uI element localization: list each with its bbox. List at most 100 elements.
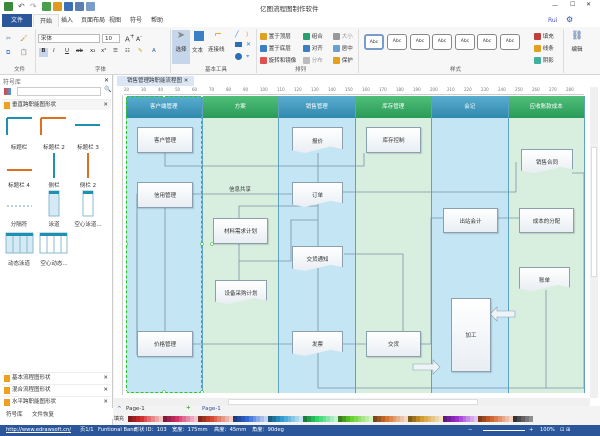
tab-symbol-library[interactable]: 符号库 (6, 410, 23, 418)
align-button[interactable]: 对齐 (303, 44, 323, 52)
page-tab[interactable]: Page-1 (202, 406, 221, 412)
shape-processing[interactable]: 加工 (451, 298, 491, 372)
paste-icon[interactable]: 📋 (20, 49, 27, 56)
export-icon[interactable] (86, 2, 95, 11)
zoom-in-button[interactable]: + (529, 425, 533, 436)
bold-button[interactable]: B (39, 48, 48, 57)
font-name-select[interactable]: 宋体 (38, 34, 100, 43)
font-size-select[interactable]: 10 (102, 34, 120, 43)
library-basic-flowchart[interactable]: 基本流程图形状 ✕ (2, 372, 111, 383)
highlight-button[interactable]: ✎ (138, 48, 143, 54)
website-link[interactable]: http://www.edrawsoft.cn/ (6, 425, 71, 436)
superscript-button[interactable]: x² (101, 48, 106, 54)
style-swatch-4[interactable]: Abc (432, 34, 452, 50)
shape-credit-management[interactable]: 信用管理 (137, 182, 193, 208)
fill-button[interactable]: 填充 (534, 32, 554, 40)
close-icon[interactable]: ✕ (103, 397, 108, 408)
user-name[interactable]: Rui (548, 17, 557, 24)
italic-button[interactable]: I (53, 48, 55, 54)
bring-to-front-button[interactable]: 置于顶层 (260, 32, 291, 40)
select-tool-button[interactable]: ➤ 选择 (172, 30, 190, 64)
swatches[interactable] (128, 415, 533, 424)
shadow-button[interactable]: 阴影 (534, 56, 554, 64)
shrink-font-button[interactable]: A- (136, 34, 142, 43)
zoom-slider[interactable] (483, 430, 525, 431)
shape-dynamic-swimlane[interactable] (5, 232, 34, 254)
zoom-out-button[interactable]: − (468, 425, 472, 436)
minimize-button[interactable]: — (552, 2, 558, 9)
protect-button[interactable]: 保护 (333, 56, 353, 64)
shape-title-bar[interactable] (6, 117, 32, 135)
line-icon[interactable]: ╱ (235, 31, 239, 38)
shape-outbound-accounting[interactable]: 出站会计 (443, 208, 498, 233)
rectangle-icon[interactable] (235, 42, 242, 47)
search-icon[interactable]: 🔍 (104, 86, 111, 93)
redo-icon[interactable]: ↷ (30, 2, 39, 11)
style-swatch-6[interactable]: Abc (477, 34, 497, 50)
shape-title-bar-2[interactable] (40, 117, 66, 135)
shape-cost-allocation[interactable]: 成本的分配 (519, 208, 574, 233)
cut-icon[interactable]: ✂ (6, 35, 11, 42)
style-swatch-2[interactable]: Abc (387, 34, 407, 50)
tab-help[interactable]: 帮助 (145, 14, 169, 27)
underline-button[interactable]: U (65, 48, 69, 54)
shape-swimlane[interactable] (48, 190, 60, 217)
style-swatch-3[interactable]: Abc (410, 34, 430, 50)
new-icon[interactable] (42, 2, 51, 11)
style-swatch-1[interactable]: Abc (364, 34, 384, 50)
line-spacing-button[interactable]: ☰ (113, 48, 118, 54)
copy-icon[interactable]: ⧉ (6, 49, 10, 57)
format-painter-icon[interactable]: 🖌 (20, 35, 28, 42)
style-swatch-7[interactable]: Abc (500, 34, 520, 50)
curve-icon[interactable]: ⟩ (246, 31, 248, 38)
print-icon[interactable] (75, 2, 84, 11)
shape-delivery[interactable]: 交货 (366, 331, 421, 357)
document-tab[interactable]: 销售管理跨职能流程图 ✕ (117, 76, 195, 86)
close-button[interactable]: ✕ (586, 1, 591, 8)
line-button[interactable]: 线条 (534, 44, 554, 52)
library-mixed-flowchart[interactable]: 混合流程图形状 ✕ (2, 384, 111, 395)
scroll-thumb[interactable] (228, 399, 478, 405)
shape-price-management[interactable]: 价格管理 (137, 331, 193, 357)
cross-icon[interactable]: ✕ (246, 41, 251, 48)
tab-file-recovery[interactable]: 文件恢复 (32, 410, 54, 418)
shape-hollow-dynamic[interactable] (39, 232, 68, 254)
close-icon[interactable]: ✕ (103, 373, 108, 384)
group-button[interactable]: 组合 (303, 32, 323, 40)
library-horizontal-crossfunctional[interactable]: 水平跨职能图形状 ✕ (2, 396, 111, 407)
grow-font-button[interactable]: A+ (125, 34, 135, 43)
text-tool-button[interactable]: 文本 (192, 30, 206, 54)
close-panel-icon[interactable]: ✕ (104, 77, 109, 84)
library-icon[interactable] (4, 88, 11, 95)
shape-inventory-control[interactable]: 库存控制 (366, 127, 421, 153)
tab-file[interactable]: 文件 (2, 14, 32, 27)
bullets-button[interactable]: ☷ (125, 48, 130, 54)
shape-material-plan[interactable]: 材料需求计划 (213, 218, 268, 244)
close-icon[interactable]: ✕ (103, 385, 108, 396)
rotate-flip-button[interactable]: 旋转和镜像 (260, 56, 296, 64)
color-swatch[interactable] (528, 416, 533, 422)
close-icon[interactable]: ✕ (103, 100, 108, 111)
library-search-input[interactable] (17, 87, 101, 96)
maximize-button[interactable]: ☐ (570, 1, 575, 8)
anchor-icon[interactable]: ⌖ (246, 53, 249, 61)
fit-page-icon[interactable]: ⊡ ⊞ (560, 425, 570, 436)
subscript-button[interactable]: x₂ (90, 48, 95, 54)
ellipse-icon[interactable] (235, 53, 242, 60)
size-button[interactable]: 大小 (333, 32, 353, 40)
scroll-thumb[interactable] (591, 147, 597, 277)
collapse-icon[interactable]: ^ (117, 406, 122, 412)
send-to-back-button[interactable]: 置于底层 (260, 44, 291, 52)
distribute-button[interactable]: 分布 (303, 56, 323, 64)
strike-button[interactable]: ab (76, 48, 83, 54)
library-header-vertical[interactable]: 垂直跨职能图形状 ✕ (2, 99, 111, 110)
page-select[interactable]: Page-1 (126, 406, 145, 412)
open-icon[interactable] (53, 2, 62, 11)
undo-icon[interactable]: ↶ (18, 2, 27, 11)
center-button[interactable]: 居中 (333, 44, 353, 52)
vertical-scrollbar[interactable] (590, 87, 598, 398)
connector-tool-button[interactable]: ⌐ 连接线 (208, 30, 228, 53)
style-swatch-5[interactable]: Abc (455, 34, 475, 50)
add-page-icon[interactable]: + (186, 405, 191, 411)
shape-hollow-swimlane[interactable] (82, 190, 94, 217)
